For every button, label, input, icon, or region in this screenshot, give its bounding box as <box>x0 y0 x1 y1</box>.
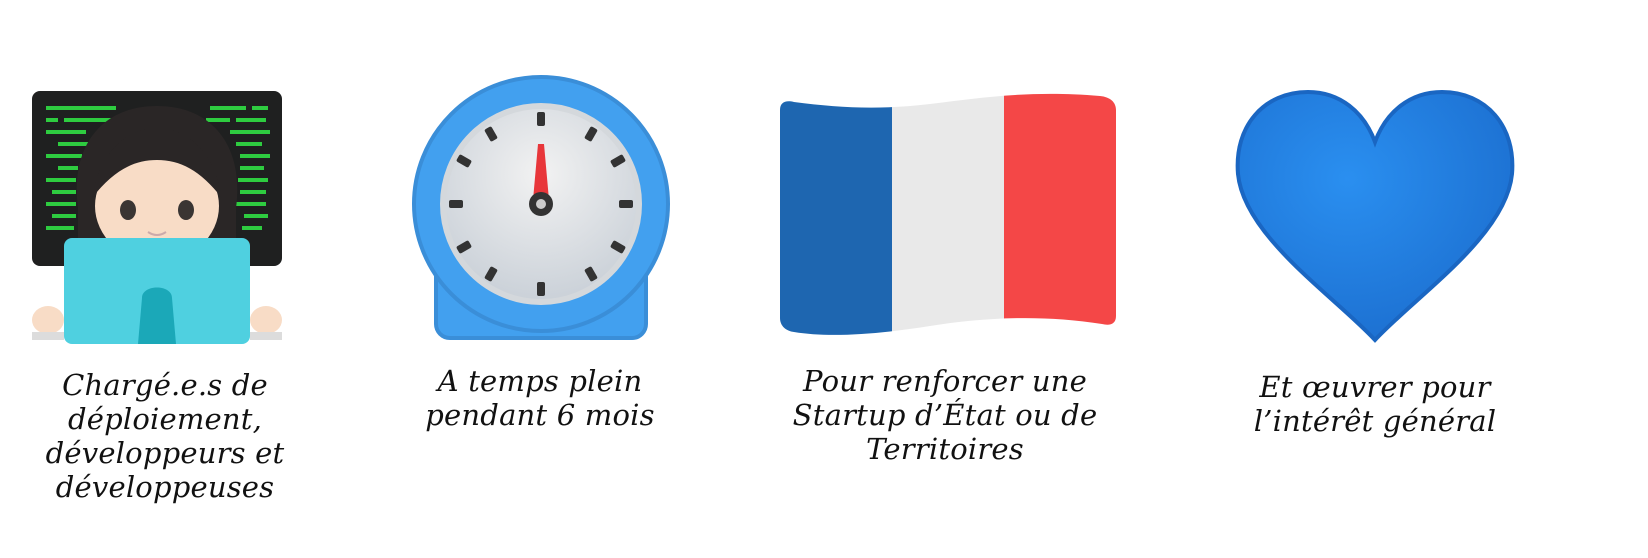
caption-line: A temps plein <box>437 364 643 398</box>
france-flag-icon <box>780 93 1116 335</box>
caption-line: Chargé.e.s de <box>62 368 268 402</box>
stopwatch-icon <box>412 75 670 340</box>
caption-line: Startup d’État ou de <box>792 398 1098 432</box>
caption-startup: Pour renforcer une Startup d’État ou de … <box>770 364 1120 466</box>
caption-full-time: A temps plein pendant 6 mois <box>390 364 690 432</box>
caption-developers: Chargé.e.s de déploiement, développeurs … <box>0 368 330 504</box>
card-developers: Chargé.e.s de déploiement, développeurs … <box>0 0 330 558</box>
developer-at-laptop-icon <box>32 91 282 344</box>
blue-heart-icon <box>1235 89 1515 343</box>
caption-line: Territoires <box>866 432 1024 466</box>
caption-line: développeurs et <box>45 436 285 470</box>
caption-line: Et œuvrer pour <box>1259 370 1491 404</box>
caption-line: développeuses <box>55 470 275 504</box>
caption-line: déploiement, <box>67 402 263 436</box>
card-startup: Pour renforcer une Startup d’État ou de … <box>770 0 1170 558</box>
card-full-time: A temps plein pendant 6 mois <box>390 0 730 558</box>
card-general-interest: Et œuvrer pour l’intérêt général <box>1230 0 1530 558</box>
caption-line: l’intérêt général <box>1253 404 1497 438</box>
caption-line: Pour renforcer une <box>803 364 1087 398</box>
caption-general-interest: Et œuvrer pour l’intérêt général <box>1230 370 1520 438</box>
caption-line: pendant 6 mois <box>425 398 655 432</box>
